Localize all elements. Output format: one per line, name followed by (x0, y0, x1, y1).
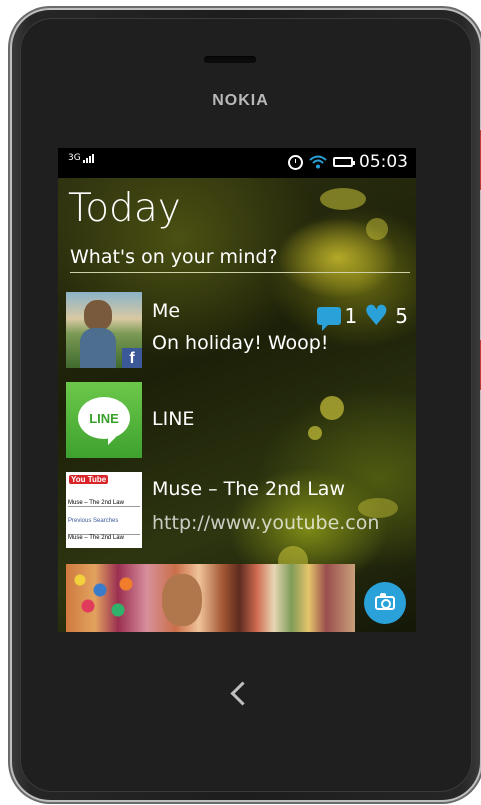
clock: 05:03 (359, 152, 408, 172)
line-app-icon: LINE (66, 382, 142, 458)
status-bar[interactable]: 3G 05:03 (58, 148, 416, 178)
thumb-row: Muse – The 2nd Law (68, 534, 140, 541)
gallery-photo (162, 574, 202, 626)
wallpaper-bubble (366, 218, 388, 240)
person-body (80, 328, 116, 368)
alarm-icon (288, 154, 303, 170)
earpiece-speaker (204, 56, 256, 63)
facebook-icon: f (122, 348, 142, 368)
network-type: 3G (68, 153, 81, 163)
thumb-row: Muse – The 2nd Law (68, 500, 140, 507)
person-head (84, 300, 112, 330)
feed-sender: Me (152, 300, 181, 322)
feed-sender: LINE (152, 408, 195, 430)
like-count: 5 (395, 304, 408, 328)
status-icons: 05:03 (288, 152, 408, 172)
camera-button[interactable] (364, 582, 406, 624)
screen: 3G 05:03 Today What's on your mind? f Me… (58, 148, 416, 632)
network-indicator: 3G (68, 153, 94, 163)
profile-photo: f (66, 292, 142, 368)
wallpaper-bubble (320, 188, 366, 210)
youtube-thumbnail: You Tube Muse – The 2nd Law Previous Sea… (66, 472, 142, 548)
heart-icon: ♥ (363, 299, 389, 332)
page-title: Today (68, 186, 181, 231)
feed-item-facebook[interactable]: f Me On holiday! Woop! 1 ♥ 5 (66, 292, 416, 368)
wifi-icon (309, 155, 327, 169)
brand-logo: NOKIA (212, 92, 269, 109)
feed-sender: Muse – The 2nd Law (152, 478, 345, 500)
feed-link[interactable]: http://www.youtube.con (152, 512, 416, 534)
feed-item-youtube[interactable]: You Tube Muse – The 2nd Law Previous Sea… (66, 472, 416, 548)
feed-item-line[interactable]: LINE LINE (66, 382, 416, 458)
camera-icon (375, 593, 395, 610)
battery-icon (333, 157, 355, 167)
status-update-field[interactable]: What's on your mind? (70, 246, 410, 273)
gallery-photo (70, 570, 140, 628)
photo-gallery-strip[interactable] (66, 564, 355, 632)
signal-icon (82, 154, 94, 163)
line-logo-text: LINE (89, 411, 119, 426)
feed-stats: 1 ♥ 5 (315, 299, 408, 332)
comment-icon (316, 307, 341, 331)
youtube-logo-text: You Tube (69, 475, 109, 484)
thumb-row: Previous Searches (68, 518, 119, 524)
home-wallpaper: Today What's on your mind? f Me On holid… (58, 178, 416, 632)
youtube-icon: You Tube (69, 475, 109, 484)
comment-count: 1 (344, 304, 358, 328)
feed-text: On holiday! Woop! (152, 332, 329, 354)
